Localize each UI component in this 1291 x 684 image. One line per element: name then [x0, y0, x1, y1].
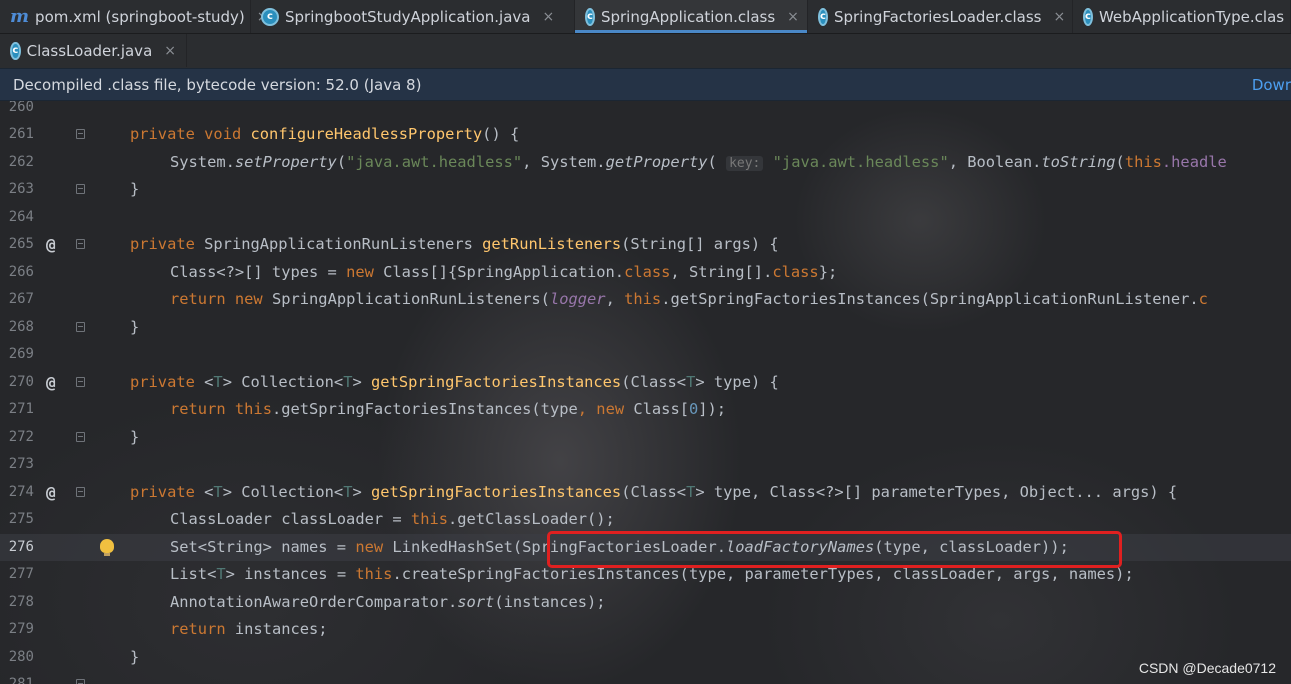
line-number[interactable]: 281: [0, 671, 34, 684]
gutter-row: 280: [0, 644, 1291, 672]
fold-icon[interactable]: [76, 184, 85, 194]
tab-row-2: c ClassLoader.java ×: [0, 34, 1291, 67]
line-number[interactable]: 269: [0, 341, 34, 369]
code-line-270: private <T> Collection<T> getSpringFacto…: [130, 372, 779, 391]
tab-label: SpringFactoriesLoader.class: [833, 7, 1042, 26]
code-line-280: }: [130, 647, 140, 666]
line-number[interactable]: 263: [0, 176, 34, 204]
code-line-263: }: [130, 180, 140, 198]
gutter-row: 281: [0, 671, 1291, 684]
code-line-276: Set<String> names = new LinkedHashSet(Sp…: [170, 537, 1069, 556]
gutter-row: 272: [0, 424, 1291, 452]
tab-label: ClassLoader.java: [26, 41, 153, 60]
line-number[interactable]: 265: [0, 231, 34, 259]
code-line-274: private <T> Collection<T> getSpringFacto…: [130, 482, 1178, 501]
tab-class-loader[interactable]: c ClassLoader.java ×: [0, 34, 187, 67]
code-line-279: return instances;: [170, 620, 328, 638]
close-icon[interactable]: ×: [1053, 9, 1065, 25]
code-line-261: private void configureHeadlessProperty()…: [130, 125, 520, 143]
override-marker-icon[interactable]: @: [46, 231, 56, 259]
tab-label: pom.xml (springboot-study): [35, 7, 245, 26]
code-line-275: ClassLoader classLoader = this.getClassL…: [170, 510, 615, 528]
close-icon[interactable]: ×: [787, 9, 799, 25]
class-icon: c: [10, 41, 21, 60]
tab-spring-factories-loader[interactable]: c SpringFactoriesLoader.class ×: [808, 0, 1073, 33]
line-number[interactable]: 272: [0, 424, 34, 452]
tab-pom-xml[interactable]: m pom.xml (springboot-study) ×: [0, 0, 268, 33]
class-icon: c: [261, 7, 279, 26]
code-editor[interactable]: 260 261 262 263 264 265 @266 267 268 269 270 @271 27…: [0, 101, 1291, 684]
line-number[interactable]: 273: [0, 451, 34, 479]
maven-icon: m: [10, 6, 30, 27]
close-icon[interactable]: ×: [542, 9, 554, 25]
gutter-row: 273: [0, 451, 1291, 479]
lightbulb-icon[interactable]: [100, 538, 114, 556]
gutter-row: 264: [0, 204, 1291, 232]
code-line-268: }: [130, 317, 140, 336]
code-line-262: System.setProperty("java.awt.headless", …: [170, 152, 1227, 171]
tab-web-application-type[interactable]: c WebApplicationType.clas: [1073, 0, 1291, 33]
line-number[interactable]: 260: [0, 101, 34, 121]
fold-icon[interactable]: [76, 129, 85, 139]
line-number[interactable]: 276: [0, 534, 34, 562]
line-number[interactable]: 262: [0, 149, 34, 177]
line-number[interactable]: 271: [0, 396, 34, 424]
line-number[interactable]: 266: [0, 259, 34, 287]
class-icon: c: [818, 7, 828, 26]
download-sources-link[interactable]: Dowr: [1252, 76, 1291, 94]
code-line-267: return new SpringApplicationRunListeners…: [170, 290, 1208, 308]
line-number[interactable]: 267: [0, 286, 34, 314]
line-number[interactable]: 264: [0, 204, 34, 232]
override-marker-icon[interactable]: @: [46, 369, 56, 397]
code-line-266: Class<?>[] types = new Class[]{SpringApp…: [170, 262, 838, 281]
line-number[interactable]: 275: [0, 506, 34, 534]
tab-springboot-study-application[interactable]: c SpringbootStudyApplication.java ×: [251, 0, 575, 33]
code-line-272: }: [130, 427, 140, 446]
editor-tab-bar: m pom.xml (springboot-study) × c Springb…: [0, 0, 1291, 68]
gutter-row: 268: [0, 314, 1291, 342]
gutter-row: 260: [0, 101, 1291, 121]
code-line-271: return this.getSpringFactoriesInstances(…: [170, 400, 727, 418]
fold-icon[interactable]: [76, 679, 85, 684]
fold-icon[interactable]: [76, 239, 85, 249]
line-number[interactable]: 277: [0, 561, 34, 589]
parameter-hint: key:: [726, 155, 764, 171]
line-number[interactable]: 278: [0, 589, 34, 617]
fold-icon[interactable]: [76, 431, 85, 442]
code-line-277: List<T> instances = this.createSpringFac…: [170, 565, 1134, 583]
line-number[interactable]: 279: [0, 616, 34, 644]
decompiled-notice-banner: Decompiled .class file, bytecode version…: [0, 68, 1291, 101]
tab-label: WebApplicationType.clas: [1098, 7, 1285, 26]
class-icon: c: [1083, 7, 1093, 26]
class-icon: c: [585, 7, 595, 26]
close-icon[interactable]: ×: [164, 43, 176, 59]
line-number[interactable]: 268: [0, 314, 34, 342]
line-number[interactable]: 274: [0, 479, 34, 507]
code-line-265: private SpringApplicationRunListeners ge…: [130, 235, 779, 253]
fold-icon[interactable]: [76, 376, 85, 387]
tab-label: SpringApplication.class: [600, 7, 776, 26]
code-line-278: AnnotationAwareOrderComparator.sort(inst…: [170, 592, 606, 611]
watermark: CSDN @Decade0712: [1138, 660, 1276, 676]
line-number[interactable]: 261: [0, 121, 34, 149]
banner-text: Decompiled .class file, bytecode version…: [13, 75, 422, 94]
tab-label: SpringbootStudyApplication.java: [285, 7, 531, 26]
tab-row-1: m pom.xml (springboot-study) × c Springb…: [0, 0, 1291, 34]
gutter-row: 269: [0, 341, 1291, 369]
fold-icon[interactable]: [76, 486, 85, 497]
fold-icon[interactable]: [76, 321, 85, 332]
gutter-row: 263: [0, 176, 1291, 204]
line-number[interactable]: 270: [0, 369, 34, 397]
line-number[interactable]: 280: [0, 644, 34, 672]
override-marker-icon[interactable]: @: [46, 479, 56, 507]
tab-spring-application[interactable]: c SpringApplication.class ×: [575, 0, 808, 33]
